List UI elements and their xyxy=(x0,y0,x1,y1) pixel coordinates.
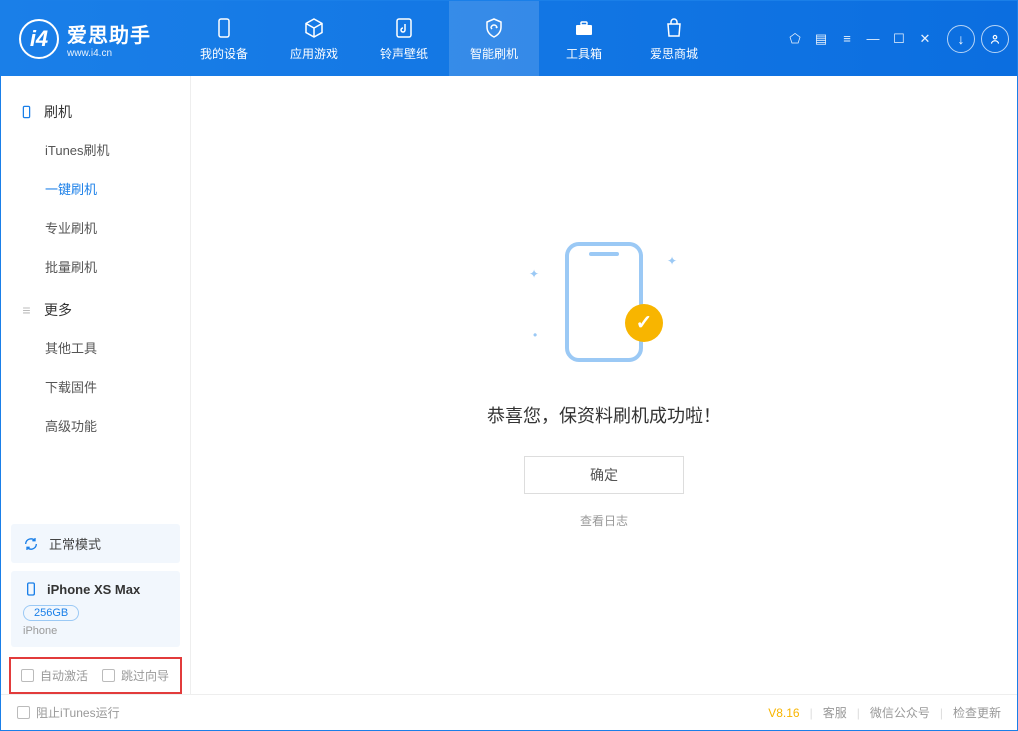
shirt-icon[interactable]: ⬠ xyxy=(787,31,803,47)
ok-button[interactable]: 确定 xyxy=(524,456,684,494)
version-label: V8.16 xyxy=(768,706,799,720)
checkbox-icon xyxy=(21,669,34,682)
checkbox-block-itunes[interactable]: 阻止iTunes运行 xyxy=(17,704,120,721)
sidebar-item-download-firmware[interactable]: 下载固件 xyxy=(1,367,190,406)
toolbox-icon xyxy=(572,16,596,40)
success-message: 恭喜您，保资料刷机成功啦！ xyxy=(487,402,721,428)
checkbox-auto-activate[interactable]: 自动激活 xyxy=(21,667,88,684)
user-button[interactable] xyxy=(981,25,1009,53)
sidebar-section-flash[interactable]: 刷机 xyxy=(1,94,190,130)
tab-flash[interactable]: 智能刷机 xyxy=(449,1,539,76)
download-button[interactable]: ↓ xyxy=(947,25,975,53)
logo-icon: i4 xyxy=(19,19,59,59)
sidebar-item-other-tools[interactable]: 其他工具 xyxy=(1,328,190,367)
sidebar-item-pro-flash[interactable]: 专业刷机 xyxy=(1,208,190,247)
sidebar-item-advanced[interactable]: 高级功能 xyxy=(1,406,190,445)
sidebar-section-more[interactable]: ≡ 更多 xyxy=(1,292,190,328)
sidebar: 刷机 iTunes刷机 一键刷机 专业刷机 批量刷机 ≡ 更多 其他工具 下载固… xyxy=(1,76,191,694)
minimize-button[interactable]: — xyxy=(865,31,881,47)
tab-ringtones[interactable]: 铃声壁纸 xyxy=(359,1,449,76)
phone-outline-icon xyxy=(565,242,643,362)
app-subtitle: www.i4.cn xyxy=(67,48,151,59)
sparkle-icon: • xyxy=(533,328,537,342)
checkbox-icon xyxy=(102,669,115,682)
footer-link-wechat[interactable]: 微信公众号 xyxy=(870,704,930,721)
main-content: ✦ ✦ • ✓ 恭喜您，保资料刷机成功啦！ 确定 查看日志 xyxy=(191,76,1017,694)
sparkle-icon: ✦ xyxy=(529,267,539,281)
phone-small-icon xyxy=(19,105,34,120)
menu-icon[interactable]: ≡ xyxy=(839,31,855,47)
success-illustration: ✦ ✦ • ✓ xyxy=(539,242,669,372)
highlighted-options: 自动激活 跳过向导 xyxy=(9,657,182,694)
tab-apps[interactable]: 应用游戏 xyxy=(269,1,359,76)
footer-link-update[interactable]: 检查更新 xyxy=(953,704,1001,721)
cube-icon xyxy=(302,16,326,40)
checkbox-icon xyxy=(17,706,30,719)
refresh-shield-icon xyxy=(482,16,506,40)
mode-card[interactable]: 正常模式 xyxy=(11,524,180,563)
list-icon[interactable]: ▤ xyxy=(813,31,829,47)
music-file-icon xyxy=(392,16,416,40)
sidebar-item-itunes-flash[interactable]: iTunes刷机 xyxy=(1,130,190,169)
main-tabs: 我的设备 应用游戏 铃声壁纸 智能刷机 工具箱 爱思商城 xyxy=(179,1,719,76)
view-log-link[interactable]: 查看日志 xyxy=(580,512,628,529)
sidebar-item-batch-flash[interactable]: 批量刷机 xyxy=(1,247,190,286)
refresh-icon xyxy=(23,536,39,552)
app-header: i4 爱思助手 www.i4.cn 我的设备 应用游戏 铃声壁纸 智能刷机 工具… xyxy=(1,1,1017,76)
device-phone-icon xyxy=(23,581,39,597)
menu-small-icon: ≡ xyxy=(19,303,34,318)
sidebar-item-oneclick-flash[interactable]: 一键刷机 xyxy=(1,169,190,208)
tab-toolbox[interactable]: 工具箱 xyxy=(539,1,629,76)
footer-link-support[interactable]: 客服 xyxy=(823,704,847,721)
tab-my-device[interactable]: 我的设备 xyxy=(179,1,269,76)
maximize-button[interactable]: ☐ xyxy=(891,31,907,47)
app-title: 爱思助手 xyxy=(67,19,151,48)
checkbox-skip-guide[interactable]: 跳过向导 xyxy=(102,667,169,684)
logo: i4 爱思助手 www.i4.cn xyxy=(19,19,151,59)
close-button[interactable]: ✕ xyxy=(917,31,933,47)
bag-icon xyxy=(662,16,686,40)
device-storage: 256GB xyxy=(23,605,79,621)
window-controls: ⬠ ▤ ≡ — ☐ ✕ xyxy=(787,31,933,47)
phone-icon xyxy=(212,16,236,40)
status-bar: 阻止iTunes运行 V8.16 | 客服 | 微信公众号 | 检查更新 xyxy=(1,694,1017,730)
sparkle-icon: ✦ xyxy=(667,254,677,268)
device-type: iPhone xyxy=(23,625,168,637)
device-card[interactable]: iPhone XS Max 256GB iPhone xyxy=(11,571,180,647)
tab-store[interactable]: 爱思商城 xyxy=(629,1,719,76)
check-badge-icon: ✓ xyxy=(625,304,663,342)
